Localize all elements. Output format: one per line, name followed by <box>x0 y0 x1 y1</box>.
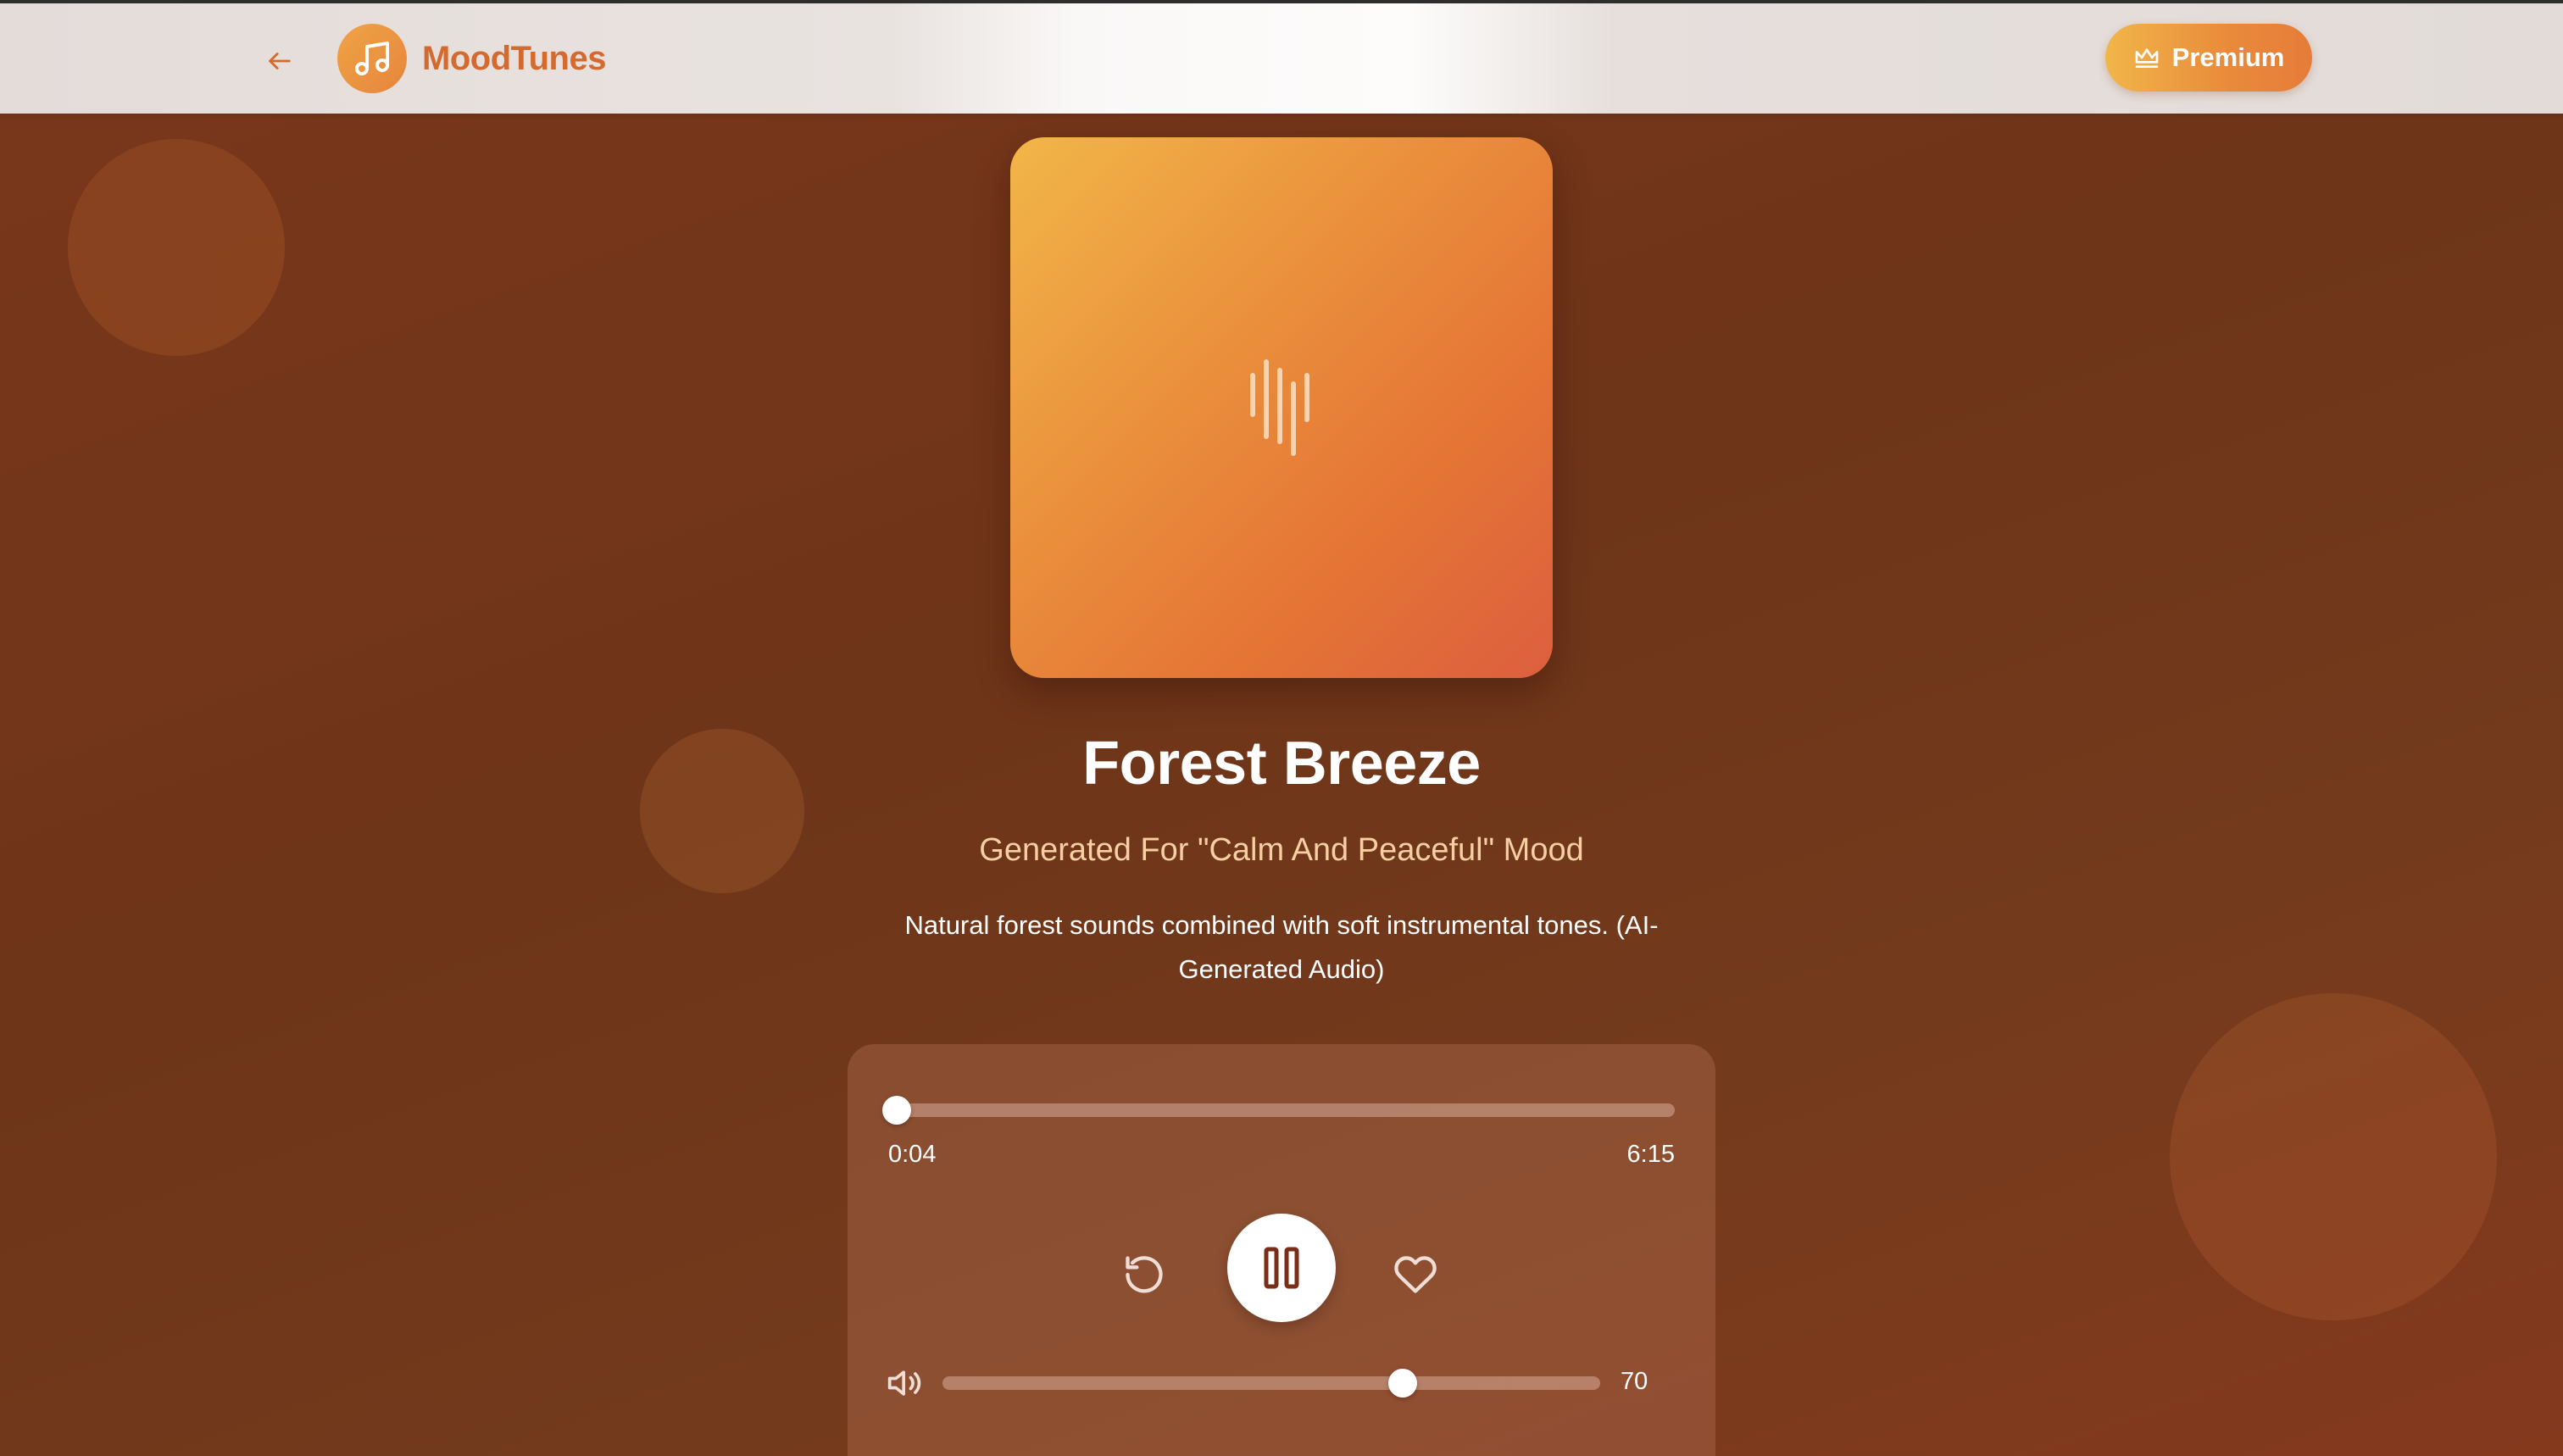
music-note-icon <box>355 42 389 75</box>
progress-slider[interactable] <box>882 1096 1675 1125</box>
decorative-circle <box>2170 993 2497 1320</box>
back-button[interactable] <box>259 41 300 81</box>
current-time: 0:04 <box>888 1141 937 1168</box>
replay-icon <box>1126 1256 1163 1293</box>
app-header: MoodTunes Premium <box>0 3 2563 114</box>
pause-icon <box>1264 1247 1299 1289</box>
soundwave-icon <box>1250 359 1309 456</box>
arrow-left-icon <box>269 53 291 69</box>
premium-button[interactable]: Premium <box>2105 24 2312 92</box>
app-logo[interactable]: MoodTunes <box>337 24 606 93</box>
track-description: Natural forest sounds combined with soft… <box>904 910 1659 984</box>
like-button[interactable] <box>1388 1248 1443 1302</box>
volume-slider[interactable] <box>942 1369 1600 1398</box>
album-art <box>1010 137 1553 678</box>
total-time: 6:15 <box>1626 1141 1675 1168</box>
track-mood-subtitle: Generated For "Calm And Peaceful" Mood <box>979 832 1584 868</box>
volume-value: 70 <box>1621 1368 1648 1395</box>
decorative-circle <box>68 139 285 356</box>
premium-label: Premium <box>2171 42 2285 72</box>
progress-handle[interactable] <box>882 1096 912 1125</box>
crown-icon <box>2135 48 2158 68</box>
track-title: Forest Breeze <box>1082 730 1481 797</box>
replay-button[interactable] <box>1117 1248 1171 1302</box>
pause-button[interactable] <box>1227 1214 1336 1322</box>
heart-icon <box>1394 1256 1437 1293</box>
player-card: 0:04 6:15 70 <box>848 1044 1715 1456</box>
volume-handle[interactable] <box>1388 1369 1418 1398</box>
volume-fill <box>942 1376 1403 1390</box>
volume-icon[interactable] <box>887 1364 924 1402</box>
app-name: MoodTunes <box>422 39 606 77</box>
logo-badge <box>337 24 407 93</box>
